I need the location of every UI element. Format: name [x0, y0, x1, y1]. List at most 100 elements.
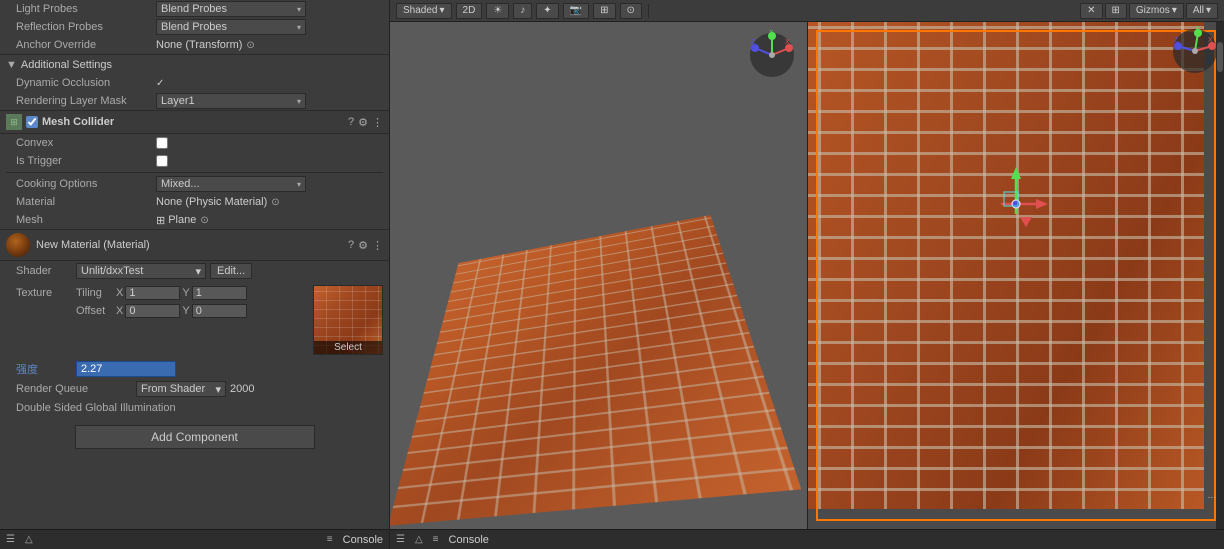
material-text: None (Physic Material) — [156, 196, 267, 208]
scrollbar-thumb[interactable] — [1217, 42, 1223, 72]
inspector-panel: Light Probes Blend Probes ▾ Reflection P… — [0, 0, 390, 549]
left-brick-surface — [390, 215, 801, 526]
reflection-probes-dropdown[interactable]: Blend Probes ▾ — [156, 19, 306, 35]
material-sphere-icon — [6, 233, 30, 257]
audio-button[interactable]: ♪ — [513, 3, 532, 19]
shader-dropdown[interactable]: Unlit/dxxTest ▾ — [76, 263, 206, 279]
texture-select-button[interactable]: Select — [314, 341, 382, 354]
new-material-title: New Material (Material) — [36, 239, 348, 251]
mesh-collider-more-icon[interactable]: ⋮ — [372, 116, 383, 129]
strength-label: 强度 — [16, 361, 76, 377]
dynamic-occlusion-check-icon: ✓ — [156, 78, 164, 89]
nav-gizmo-right[interactable]: X Y Z — [1170, 26, 1220, 76]
mesh-collider-grid-icon: ⊞ — [10, 117, 18, 128]
tiling-y-input[interactable] — [192, 286, 247, 300]
cooking-options-dropdown[interactable]: Mixed... ▾ — [156, 176, 306, 192]
anchor-override-link-icon[interactable]: ⊙ — [246, 40, 254, 51]
mesh-collider-header: ⊞ Mesh Collider ? ⚙ ⋮ — [0, 110, 389, 134]
reflection-probes-row: Reflection Probes Blend Probes ▾ — [0, 18, 389, 36]
shaded-arrow-icon: ▾ — [439, 5, 444, 16]
render-queue-row: Render Queue From Shader ▾ 2000 — [0, 379, 389, 399]
dynamic-occlusion-label: Dynamic Occlusion — [16, 77, 156, 89]
nav-gizmo-left[interactable]: X Y Z — [747, 30, 797, 80]
inspector-scroll[interactable]: Light Probes Blend Probes ▾ Reflection P… — [0, 0, 389, 529]
right-brick-surface — [807, 22, 1205, 509]
anchor-override-label: Anchor Override — [16, 39, 156, 51]
material-link-icon[interactable]: ⊙ — [271, 197, 279, 208]
is-trigger-checkbox[interactable] — [156, 155, 168, 167]
fx-button[interactable]: ✦ — [536, 3, 558, 19]
toolbar-sep-1 — [648, 4, 649, 18]
tiling-x-input[interactable] — [125, 286, 180, 300]
double-sided-row: Double Sided Global Illumination — [0, 399, 389, 417]
is-trigger-row: Is Trigger — [0, 152, 389, 170]
additional-settings-title: Additional Settings — [21, 59, 112, 71]
toolbar-x-button[interactable]: ✕ — [1080, 3, 1102, 19]
material-settings-icon[interactable]: ⚙ — [358, 239, 368, 252]
viewport-right[interactable]: X Y Z ... — [807, 22, 1224, 529]
reflection-probes-label: Reflection Probes — [16, 21, 156, 33]
console-label: Console — [343, 534, 383, 546]
edit-shader-button[interactable]: Edit... — [210, 263, 252, 279]
additional-settings-section[interactable]: ▼ Additional Settings — [0, 54, 389, 74]
texture-thumbnail[interactable]: Select — [313, 285, 383, 355]
tiling-y-label: Y — [182, 287, 189, 299]
convex-checkbox[interactable] — [156, 137, 168, 149]
svg-text:Z: Z — [751, 39, 756, 46]
tiling-x-label: X — [116, 287, 123, 299]
render-queue-label: Render Queue — [16, 383, 136, 395]
layers-icon: ⊞ — [1112, 5, 1120, 16]
all-button[interactable]: All ▾ — [1186, 3, 1218, 19]
viewport-bottom-bar: ☰ △ ≡ Console — [390, 529, 1224, 549]
add-component-button[interactable]: Add Component — [75, 425, 315, 449]
shaded-dropdown-button[interactable]: Shaded ▾ — [396, 3, 452, 19]
anchor-override-text: None (Transform) — [156, 39, 242, 51]
lighting-button[interactable]: ☀ — [486, 3, 509, 19]
bottom-bar-icon-1: ☰ — [6, 534, 15, 545]
rendering-layer-dropdown[interactable]: Layer1 ▾ — [156, 93, 306, 109]
nav-gizmo-right-svg: X Y Z — [1170, 26, 1220, 76]
rendering-layer-arrow-icon: ▾ — [297, 97, 301, 106]
light-probes-value: Blend Probes ▾ — [156, 1, 383, 17]
light-probes-dropdown[interactable]: Blend Probes ▾ — [156, 1, 306, 17]
light-probes-arrow-icon: ▾ — [297, 5, 301, 14]
offset-label: Offset — [76, 305, 116, 317]
2d-button[interactable]: 2D — [456, 3, 483, 19]
mesh-collider-enabled-checkbox[interactable] — [26, 116, 38, 128]
double-sided-label: Double Sided Global Illumination — [16, 402, 176, 414]
offset-x-label: X — [116, 305, 123, 317]
toolbar-layers-button[interactable]: ⊞ — [1105, 3, 1127, 19]
rendering-layer-row: Rendering Layer Mask Layer1 ▾ — [0, 92, 389, 110]
camera-icon: 📷 — [570, 5, 582, 16]
new-material-header: New Material (Material) ? ⚙ ⋮ — [0, 229, 389, 261]
render-queue-dropdown[interactable]: From Shader ▾ — [136, 381, 226, 397]
material-more-icon[interactable]: ⋮ — [372, 239, 383, 252]
console-bottom-label: Console — [449, 534, 489, 546]
vertical-scrollbar[interactable] — [1216, 22, 1224, 529]
mesh-link-icon[interactable]: ⊙ — [200, 215, 208, 226]
viewport-left[interactable]: X Y Z — [390, 22, 807, 529]
mesh-collider-settings-icon[interactable]: ⚙ — [358, 116, 368, 129]
bottom-bar-console-icon: ≡ — [327, 534, 333, 545]
bottom-bar-icon-2: △ — [25, 534, 33, 545]
render-queue-value: 2000 — [230, 383, 254, 395]
strength-input[interactable] — [76, 361, 176, 377]
light-probes-label: Light Probes — [16, 3, 156, 15]
snap-button[interactable]: ⊙ — [620, 3, 642, 19]
cooking-options-label: Cooking Options — [16, 178, 156, 190]
material-row: Material None (Physic Material) ⊙ — [0, 193, 389, 211]
fx-icon: ✦ — [543, 5, 551, 16]
offset-y-label: Y — [182, 305, 189, 317]
material-help-icon[interactable]: ? — [348, 239, 354, 251]
scene-view-camera-button[interactable]: 📷 — [563, 3, 589, 19]
rendering-layer-label: Rendering Layer Mask — [16, 95, 156, 107]
anchor-override-value: None (Transform) ⊙ — [156, 39, 383, 51]
grid-button[interactable]: ⊞ — [593, 3, 615, 19]
mesh-collider-help-icon[interactable]: ? — [348, 116, 354, 128]
cooking-options-arrow-icon: ▾ — [297, 180, 301, 189]
perspective-label: ... — [1208, 490, 1216, 501]
viewport-area[interactable]: X Y Z — [390, 22, 1224, 529]
gizmos-button[interactable]: Gizmos ▾ — [1129, 3, 1184, 19]
offset-x-input[interactable] — [125, 304, 180, 318]
offset-y-input[interactable] — [192, 304, 247, 318]
